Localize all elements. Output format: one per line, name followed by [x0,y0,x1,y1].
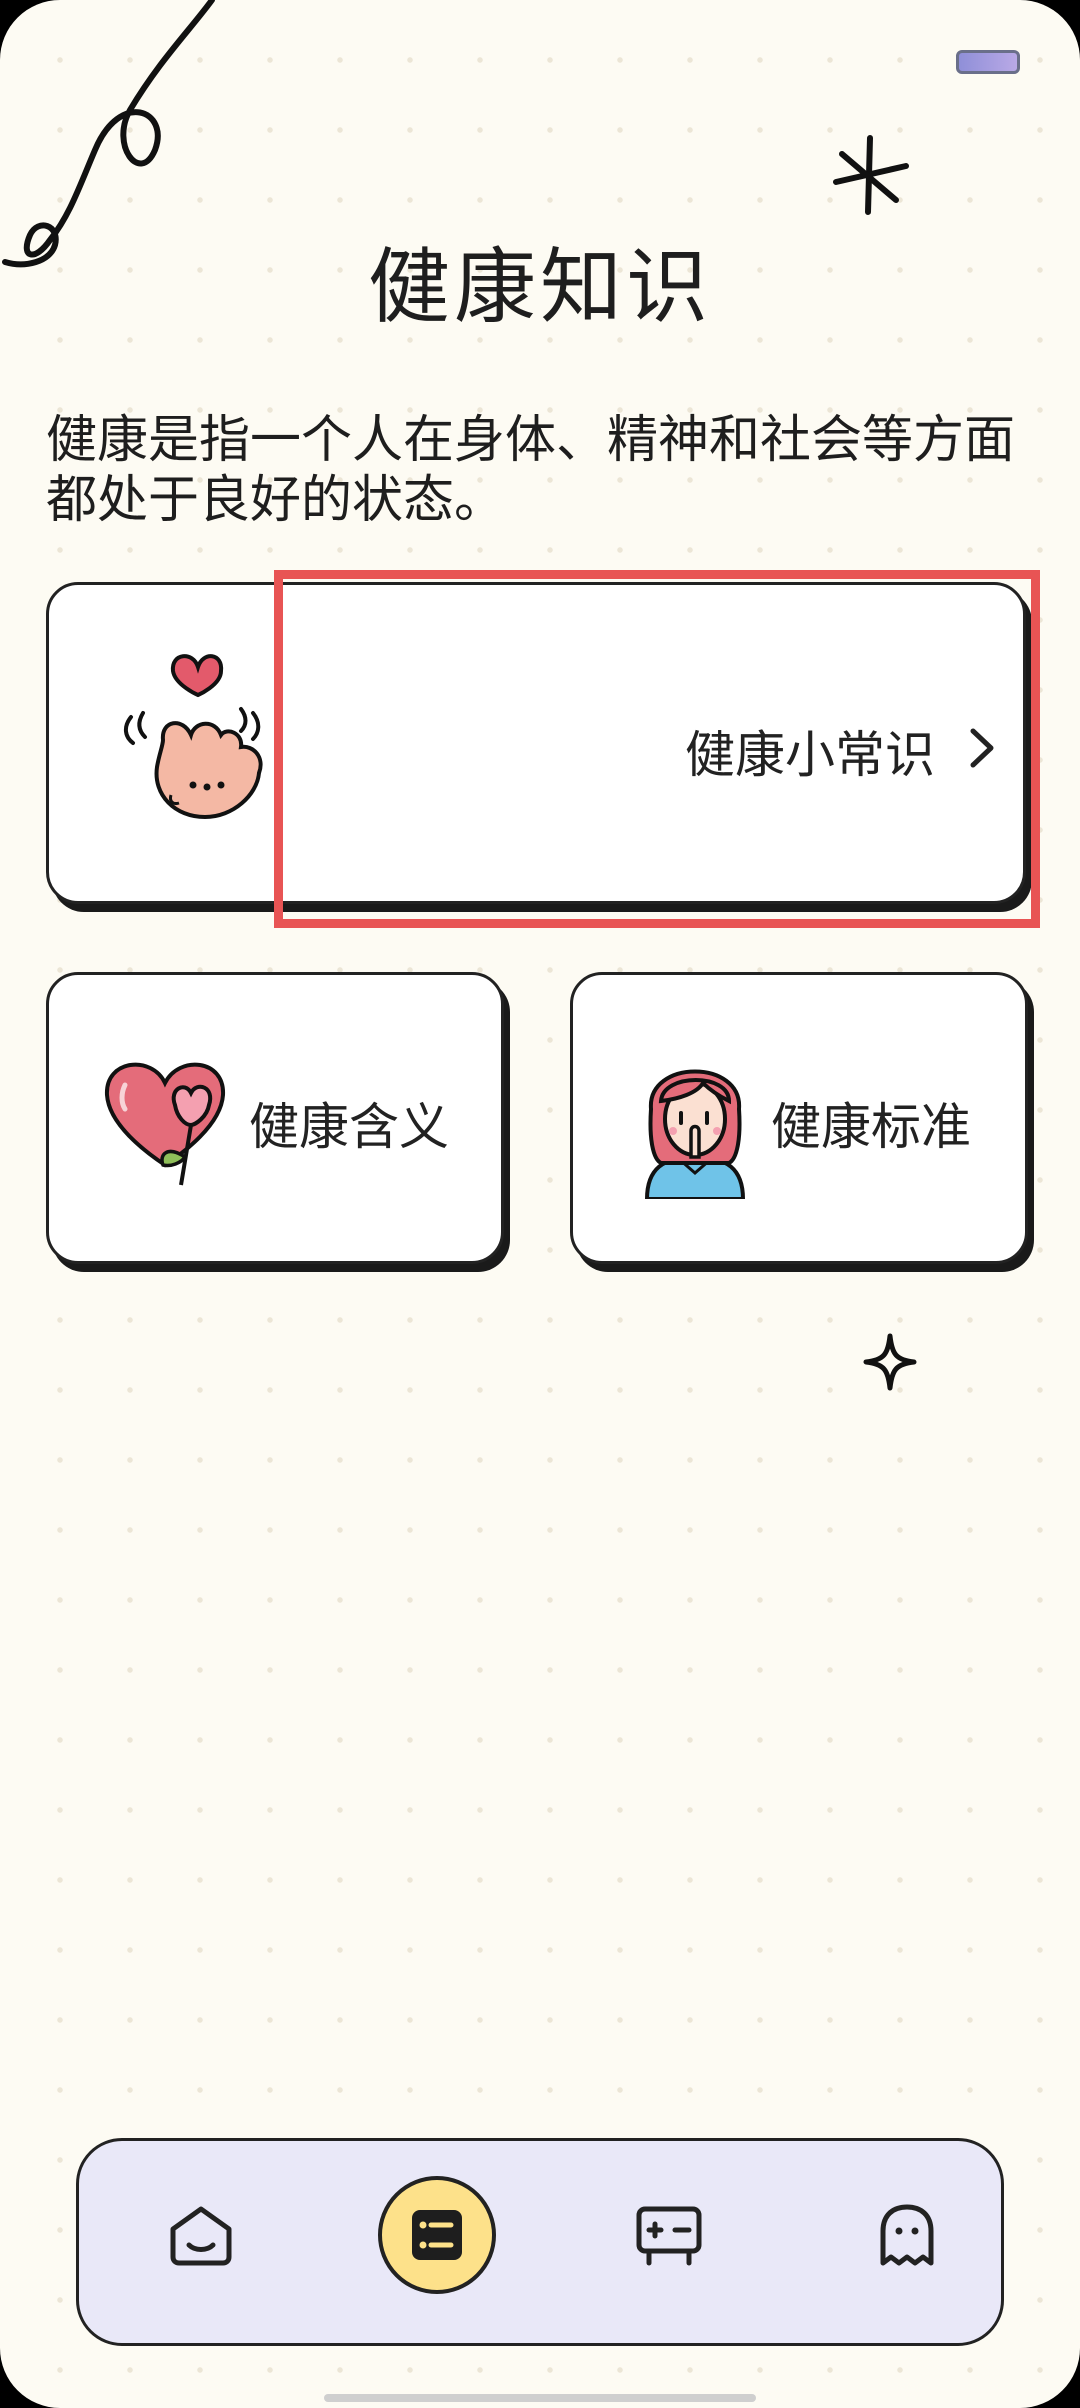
girl-icon [644,1069,746,1199]
battery-icon [956,50,1020,74]
highlight-box [274,570,1040,928]
tab-calculator[interactable] [609,2175,729,2295]
home-icon [170,2206,232,2266]
health-meaning-label: 健康含义 [249,1098,449,1156]
health-meaning-card[interactable]: 健康含义 [46,972,504,1264]
health-standard-label: 健康标准 [771,1098,971,1156]
sparkle-decoration [833,135,909,215]
heart-flower-icon [104,1062,226,1186]
tab-profile[interactable] [847,2175,967,2295]
page-title: 健康知识 [367,239,712,335]
bottom-tab-bar [76,2138,1004,2346]
tab-knowledge[interactable] [377,2175,497,2295]
app-screen: 健康知识 健康是指一个人在身体、精神和社会等方面都处于良好的状态。 健康小常识 [0,0,1080,2408]
calculator-icon [636,2206,702,2266]
star-decoration [863,1333,917,1391]
ghost-icon [880,2204,934,2266]
list-icon [378,2176,496,2294]
tab-home[interactable] [141,2175,261,2295]
home-indicator[interactable] [324,2394,756,2402]
intro-text: 健康是指一个人在身体、精神和社会等方面都处于良好的状态。 [46,411,1016,530]
health-standard-card[interactable]: 健康标准 [570,972,1028,1264]
finger-heart-icon [124,654,263,820]
